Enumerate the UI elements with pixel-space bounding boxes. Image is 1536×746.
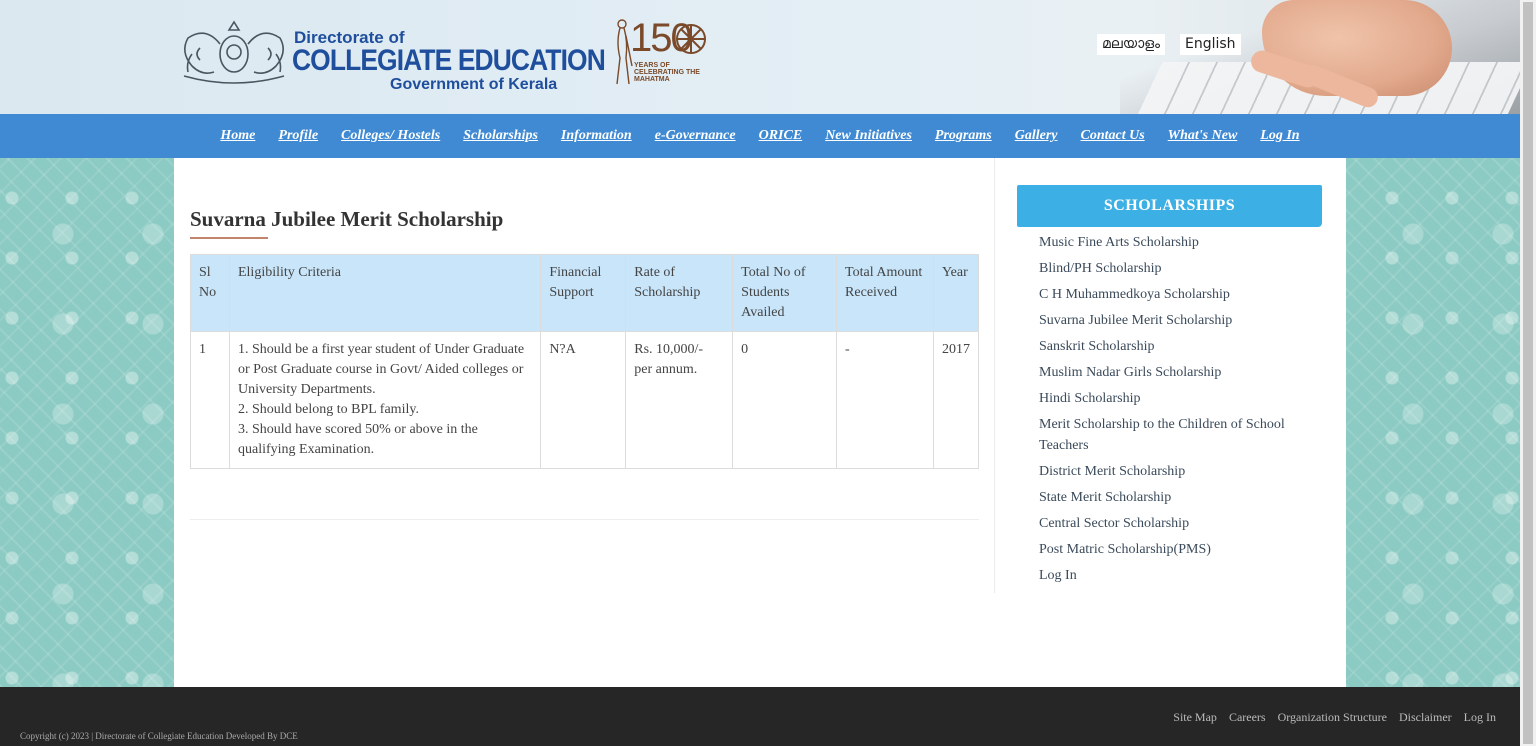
nav-gallery[interactable]: Gallery: [1015, 128, 1058, 144]
footer-links: Site Map Careers Organization Structure …: [1164, 710, 1496, 725]
nav-profile[interactable]: Profile: [278, 128, 318, 144]
badge-subtitle: YEARS OF CELEBRATING THE MAHATMA: [634, 62, 700, 83]
nav-orice[interactable]: ORICE: [759, 128, 803, 144]
cell-year: 2017: [932, 331, 980, 469]
nav-colleges-hostels[interactable]: Colleges/ Hostels: [341, 128, 440, 144]
scholarship-table: Sl No Eligibility Criteria Financial Sup…: [190, 254, 980, 469]
column-header-financial-support: Financial Support: [540, 254, 627, 332]
charkha-wheel-icon: [676, 24, 706, 54]
content-divider: [190, 519, 979, 520]
column-header-rate: Rate of Scholarship: [625, 254, 734, 332]
nav-information[interactable]: Information: [561, 128, 632, 144]
table-row: 1 1. Should be a first year student of U…: [190, 331, 980, 469]
site-footer: Site Map Careers Organization Structure …: [0, 687, 1520, 746]
sidebar-item-muslim-nadar-girls[interactable]: Muslim Nadar Girls Scholarship: [1039, 362, 1304, 383]
footer-link-log-in[interactable]: Log In: [1464, 710, 1496, 724]
column-header-eligibility: Eligibility Criteria: [228, 254, 542, 332]
cell-sl-no: 1: [190, 331, 230, 469]
sidebar-item-music-fine-arts[interactable]: Music Fine Arts Scholarship: [1039, 232, 1304, 253]
sidebar-item-log-in[interactable]: Log In: [1039, 565, 1304, 586]
column-header-students-availed: Total No of Students Availed: [732, 254, 838, 332]
logo-line-collegiate-education: COLLEGIATE EDUCATION: [292, 44, 606, 77]
gandhi-150-badge: 150 YEARS OF CELEBRATING THE MAHATMA: [612, 16, 712, 88]
criteria-line: 3. Should have scored 50% or above in th…: [237, 422, 478, 457]
cell-financial-support: N?A: [540, 331, 627, 469]
sidebar-divider: [994, 158, 995, 593]
cell-students-availed: 0: [732, 331, 838, 469]
sidebar-item-hindi[interactable]: Hindi Scholarship: [1039, 388, 1304, 409]
page-scrollbar[interactable]: [1520, 0, 1536, 746]
language-english-button[interactable]: English: [1180, 34, 1241, 55]
column-header-year: Year: [932, 254, 980, 332]
sidebar-item-central-sector[interactable]: Central Sector Scholarship: [1039, 513, 1304, 534]
logo-line-government: Government of Kerala: [390, 76, 558, 93]
sidebar-item-sanskrit[interactable]: Sanskrit Scholarship: [1039, 336, 1304, 357]
sidebar-item-district-merit[interactable]: District Merit Scholarship: [1039, 461, 1304, 482]
site-header: Directorate of COLLEGIATE EDUCATION Gove…: [0, 0, 1520, 114]
criteria-line: 2. Should belong to BPL family.: [237, 402, 419, 417]
cell-amount-received: -: [836, 331, 934, 469]
cell-rate: Rs. 10,000/- per annum.: [625, 331, 734, 469]
nav-scholarships[interactable]: Scholarships: [463, 128, 538, 144]
sidebar-item-school-teachers-children[interactable]: Merit Scholarship to the Children of Sch…: [1039, 414, 1304, 456]
nav-home[interactable]: Home: [220, 128, 255, 144]
nav-e-governance[interactable]: e-Governance: [655, 128, 736, 144]
nav-log-in[interactable]: Log In: [1260, 128, 1299, 144]
sidebar-heading: SCHOLARSHIPS: [1017, 185, 1322, 227]
footer-link-site-map[interactable]: Site Map: [1173, 710, 1217, 724]
title-underline: [190, 237, 268, 239]
copyright-text: Copyright (c) 2023 | Directorate of Coll…: [20, 731, 298, 741]
table-header-row: Sl No Eligibility Criteria Financial Sup…: [190, 254, 980, 332]
sidebar-scholarship-list: Music Fine Arts Scholarship Blind/PH Sch…: [1039, 232, 1304, 591]
sidebar-item-suvarna-jubilee[interactable]: Suvarna Jubilee Merit Scholarship: [1039, 310, 1304, 331]
criteria-line: 1. Should be a first year student of Und…: [237, 342, 525, 397]
sidebar-item-ch-muhammedkoya[interactable]: C H Muhammedkoya Scholarship: [1039, 284, 1304, 305]
main-navigation: Home Profile Colleges/ Hostels Scholarsh…: [0, 114, 1520, 158]
sidebar-item-blind-ph[interactable]: Blind/PH Scholarship: [1039, 258, 1304, 279]
kerala-emblem-icon: [183, 20, 285, 84]
main-content: Suvarna Jubilee Merit Scholarship Sl No …: [174, 158, 1346, 687]
footer-link-careers[interactable]: Careers: [1229, 710, 1266, 724]
sidebar-item-state-merit[interactable]: State Merit Scholarship: [1039, 487, 1304, 508]
language-malayalam-button[interactable]: മലയാളം: [1097, 34, 1166, 55]
nav-whats-new[interactable]: What's New: [1168, 128, 1238, 144]
column-header-sl-no: Sl No: [190, 254, 230, 332]
nav-programs[interactable]: Programs: [935, 128, 992, 144]
scrollbar-thumb[interactable]: [1523, 2, 1533, 744]
nav-new-initiatives[interactable]: New Initiatives: [825, 128, 912, 144]
footer-link-disclaimer[interactable]: Disclaimer: [1399, 710, 1452, 724]
nav-contact-us[interactable]: Contact Us: [1080, 128, 1144, 144]
footer-link-organization-structure[interactable]: Organization Structure: [1278, 710, 1387, 724]
cell-eligibility: 1. Should be a first year student of Und…: [228, 331, 542, 469]
column-header-amount-received: Total Amount Received: [836, 254, 934, 332]
page-title: Suvarna Jubilee Merit Scholarship: [190, 207, 504, 231]
sidebar-item-post-matric[interactable]: Post Matric Scholarship(PMS): [1039, 539, 1304, 560]
